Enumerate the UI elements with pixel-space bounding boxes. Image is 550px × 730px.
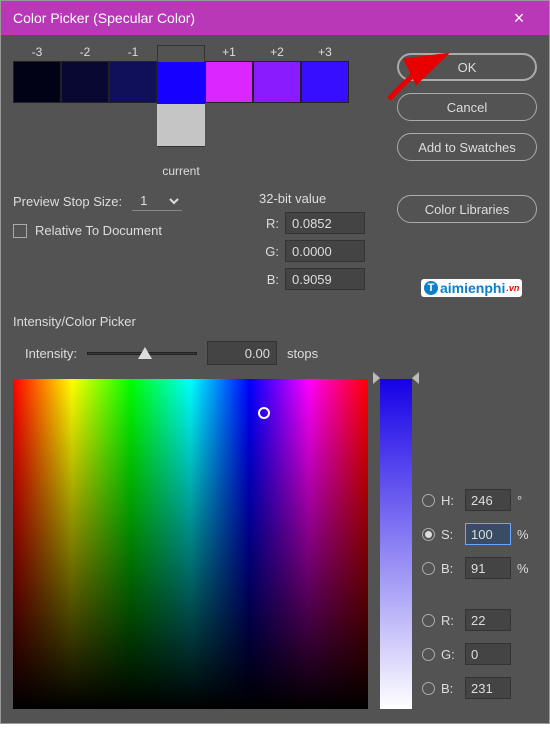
slider-marker-right-icon — [412, 372, 419, 384]
swatch-neg1[interactable] — [109, 61, 157, 103]
intensity-label: Intensity: — [25, 346, 77, 361]
r-radio[interactable] — [422, 614, 435, 627]
close-button[interactable]: × — [499, 1, 539, 35]
stop-swatches: -3 -2 -1 current +1 +2 +3 — [13, 45, 389, 147]
slider-thumb-icon[interactable] — [138, 347, 152, 359]
swatch-neg2[interactable] — [61, 61, 109, 103]
g-radio[interactable] — [422, 648, 435, 661]
color-picker-dialog: Color Picker (Specular Color) × -3 -2 -1… — [0, 0, 550, 724]
bit32-g-input[interactable] — [285, 240, 365, 262]
dialog-content: -3 -2 -1 current +1 +2 +3 — [1, 35, 549, 723]
current-label: current — [158, 164, 204, 178]
h-label: H: — [441, 493, 459, 508]
bit32-r-input[interactable] — [285, 212, 365, 234]
bit32-g-label: G: — [259, 244, 279, 259]
titlebar[interactable]: Color Picker (Specular Color) × — [1, 1, 549, 35]
color-libraries-button[interactable]: Color Libraries — [397, 195, 537, 223]
swatch-label: +3 — [318, 45, 332, 61]
preview-stop-label: Preview Stop Size: — [13, 194, 122, 209]
swatch-label: -3 — [32, 45, 43, 61]
swatch-new[interactable] — [157, 62, 205, 104]
bit32-block: 32-bit value R: G: B: — [259, 191, 389, 296]
b-radio[interactable] — [422, 562, 435, 575]
s-input[interactable] — [465, 523, 511, 545]
s-unit: % — [517, 527, 531, 542]
bit32-b-input[interactable] — [285, 268, 365, 290]
rgb-b-label: B: — [441, 681, 459, 696]
relative-checkbox[interactable] — [13, 224, 27, 238]
rgb-b-input[interactable] — [465, 677, 511, 699]
b-unit: % — [517, 561, 531, 576]
swatch-current[interactable] — [157, 104, 205, 146]
bit32-b-label: B: — [259, 272, 279, 287]
watermark: T aimienphi .vn — [421, 279, 522, 297]
g-label: G: — [441, 647, 459, 662]
rgb-b-radio[interactable] — [422, 682, 435, 695]
close-icon: × — [514, 8, 525, 29]
intensity-unit: stops — [287, 346, 318, 361]
window-title: Color Picker (Specular Color) — [13, 10, 499, 26]
watermark-icon: T — [424, 281, 438, 295]
bit32-r-label: R: — [259, 216, 279, 231]
swatch-label: -1 — [128, 45, 139, 61]
b-label: B: — [441, 561, 459, 576]
cancel-button[interactable]: Cancel — [397, 93, 537, 121]
ok-button[interactable]: OK — [397, 53, 537, 81]
swatch-neg3[interactable] — [13, 61, 61, 103]
h-input[interactable] — [465, 489, 511, 511]
swatch-label: -2 — [80, 45, 91, 61]
intensity-slider[interactable] — [87, 352, 197, 355]
add-swatches-button[interactable]: Add to Swatches — [397, 133, 537, 161]
brightness-slider[interactable] — [380, 379, 412, 709]
r-input[interactable] — [465, 609, 511, 631]
intensity-input[interactable] — [207, 341, 277, 365]
swatch-pos3[interactable] — [301, 61, 349, 103]
swatch-label: +2 — [270, 45, 284, 61]
preview-stop-select[interactable]: 1 — [132, 191, 182, 211]
swatch-label: +1 — [222, 45, 236, 61]
h-unit: ° — [517, 493, 531, 508]
field-cursor-icon — [258, 407, 270, 419]
g-input[interactable] — [465, 643, 511, 665]
swatch-pos2[interactable] — [253, 61, 301, 103]
slider-marker-left-icon — [373, 372, 380, 384]
bit32-title: 32-bit value — [259, 191, 389, 206]
color-field[interactable] — [13, 379, 368, 709]
s-label: S: — [441, 527, 459, 542]
swatch-pos1[interactable] — [205, 61, 253, 103]
b-input[interactable] — [465, 557, 511, 579]
relative-label: Relative To Document — [35, 223, 162, 238]
s-radio[interactable] — [422, 528, 435, 541]
h-radio[interactable] — [422, 494, 435, 507]
intensity-section-label: Intensity/Color Picker — [13, 314, 537, 329]
r-label: R: — [441, 613, 459, 628]
